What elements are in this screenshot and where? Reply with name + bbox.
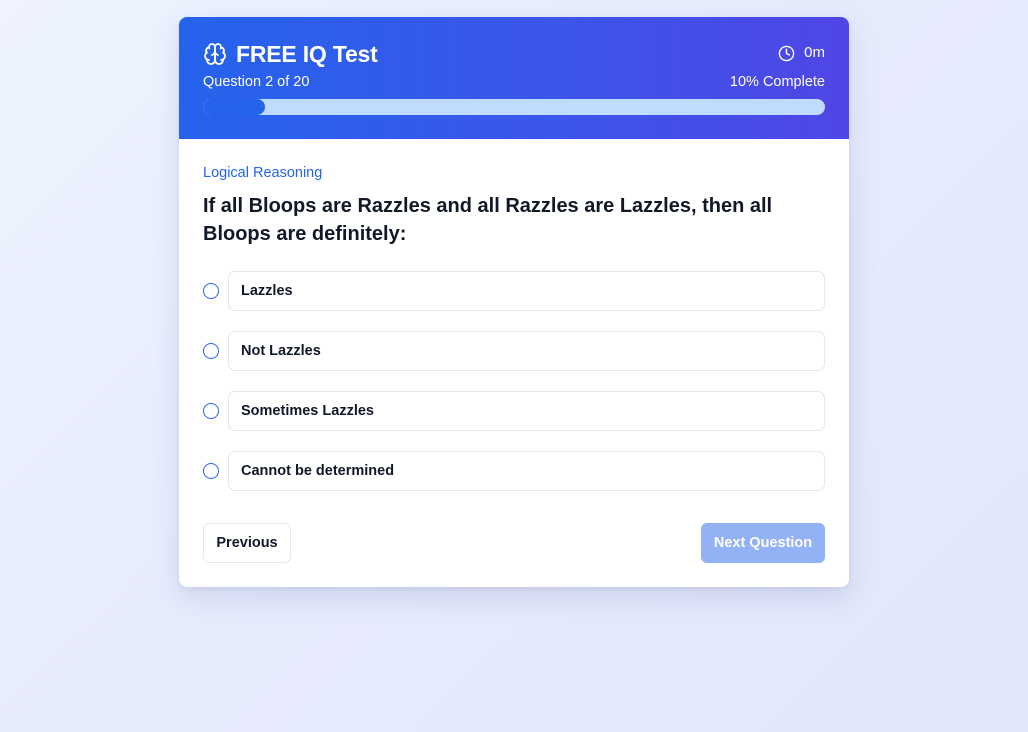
radio-button[interactable] [203, 403, 219, 419]
progress-bar [203, 99, 825, 115]
answer-option[interactable]: Sometimes Lazzles [203, 391, 825, 431]
radio-button[interactable] [203, 283, 219, 299]
question-text: If all Bloops are Razzles and all Razzle… [203, 195, 773, 245]
brand: FREE IQ Test [203, 39, 378, 69]
answer-option-label[interactable]: Lazzles [228, 271, 825, 311]
answer-option-label[interactable]: Cannot be determined [228, 451, 825, 491]
previous-button[interactable]: Previous [203, 523, 291, 563]
answer-option-label[interactable]: Not Lazzles [228, 331, 825, 371]
answer-option[interactable]: Cannot be determined [203, 451, 825, 491]
question-category: Logical Reasoning [203, 165, 323, 181]
answer-option[interactable]: Not Lazzles [203, 331, 825, 371]
timer: 0m [778, 44, 825, 62]
radio-button[interactable] [203, 463, 219, 479]
radio-button[interactable] [203, 343, 219, 359]
progress-bar-fill [203, 99, 266, 115]
question-counter: Question 2 of 20 [203, 74, 310, 90]
answer-option-label[interactable]: Sometimes Lazzles [228, 391, 825, 431]
quiz-header: FREE IQ Test 0m Question 2 of 20 10% Com… [179, 17, 849, 139]
next-question-button[interactable]: Next Question [701, 523, 825, 563]
completion-percent: 10% Complete [729, 74, 825, 90]
brain-icon [204, 43, 226, 65]
clock-icon [778, 45, 795, 61]
app-title: FREE IQ Test [236, 41, 378, 67]
answer-option[interactable]: Lazzles [203, 271, 825, 311]
timer-value: 0m [804, 44, 825, 61]
answer-options: Lazzles Not Lazzles Sometimes Lazzles Ca… [203, 271, 825, 511]
quiz-card: FREE IQ Test 0m Question 2 of 20 10% Com… [179, 17, 849, 587]
